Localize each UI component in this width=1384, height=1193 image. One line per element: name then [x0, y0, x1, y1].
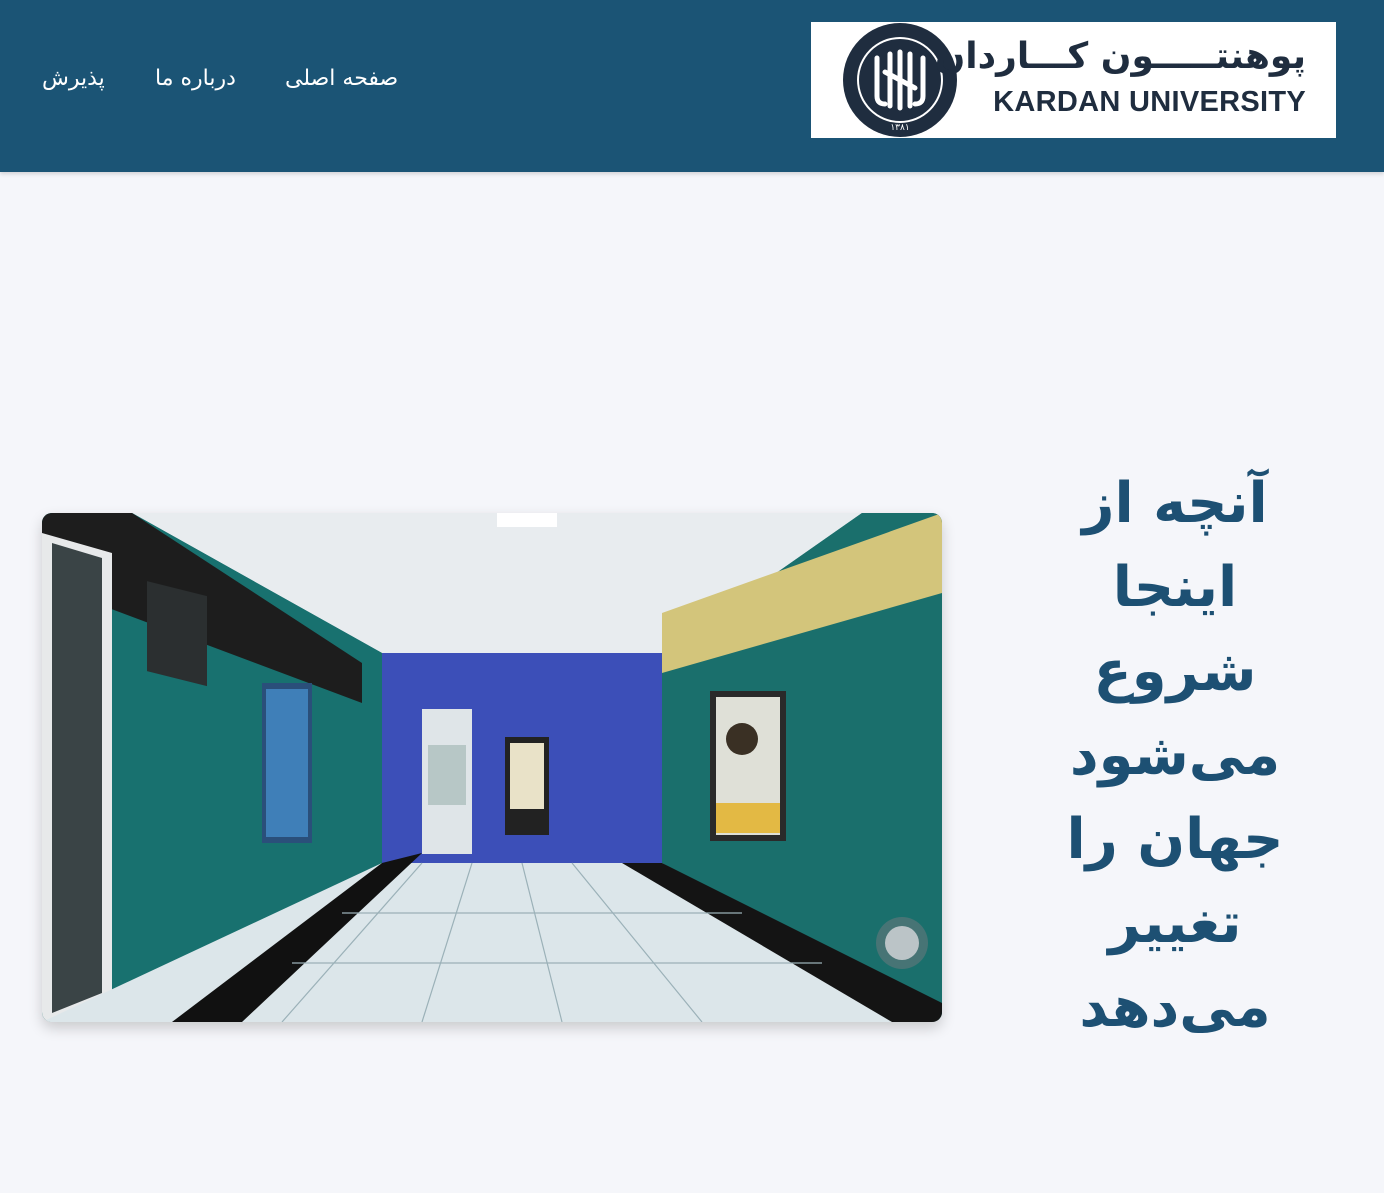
- logo-text-english: KARDAN UNIVERSITY: [993, 86, 1306, 118]
- site-header: صفحه اصلی درباره ما پذیرش ۱۳۸۱ پوهنتــــ…: [0, 0, 1384, 172]
- headline-line: اینجا: [1112, 555, 1238, 620]
- headline-line: تغییر: [1108, 891, 1242, 956]
- hero-headline: آنچه از اینجا شروع می‌شود جهان را تغییر …: [1040, 462, 1310, 1050]
- hallway-video-frame: [42, 513, 942, 1022]
- headline-line: می‌شود: [1069, 723, 1281, 788]
- headline-line: شروع: [1093, 639, 1257, 704]
- headline-line: آنچه از: [1082, 471, 1268, 536]
- headline-line: جهان را: [1066, 807, 1284, 872]
- hero-video[interactable]: [42, 513, 942, 1022]
- logo-text-persian: پوهنتـــــون كـــاردان: [934, 36, 1306, 77]
- nav-admission-link[interactable]: پذیرش: [42, 66, 105, 91]
- university-logo[interactable]: ۱۳۸۱ پوهنتـــــون كـــاردان KARDAN UNIVE…: [811, 22, 1336, 138]
- nav-home-link[interactable]: صفحه اصلی: [285, 66, 398, 91]
- video-play-button[interactable]: [876, 917, 928, 969]
- svg-text:۱۳۸۱: ۱۳۸۱: [890, 123, 909, 133]
- headline-line: می‌دهد: [1079, 975, 1271, 1040]
- nav-about-link[interactable]: درباره ما: [155, 66, 236, 91]
